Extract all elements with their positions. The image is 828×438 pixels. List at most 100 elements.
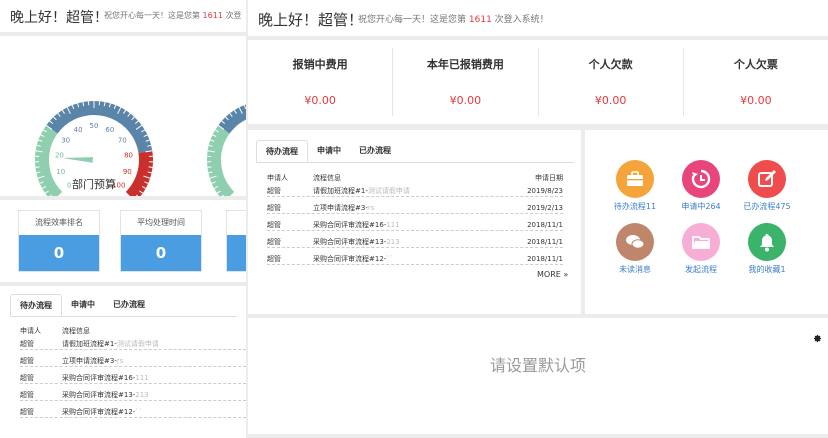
gauge-tick-label: 30 (61, 136, 70, 144)
task-row[interactable]: 超管 采购合同评审流程#16-111 2018/11/1 (267, 219, 563, 231)
row-applicant: 超管 (267, 238, 281, 246)
greeting-wish: 祝您开心每一天！这是您第 1611 次登入系统！ (358, 15, 549, 25)
efficiency-rank-value: 0 (19, 235, 99, 271)
tab-todo[interactable]: 待办流程 (256, 140, 308, 162)
row-info[interactable]: 采购合同评审流程#12-`` (62, 406, 142, 418)
gauge-tick-label: 20 (55, 152, 64, 160)
row-applicant: 超管 (20, 374, 34, 382)
gauge-needle (62, 157, 94, 163)
row-applicant: 超管 (267, 187, 281, 195)
row-applicant: 超管 (20, 391, 34, 399)
gauge-band (125, 150, 153, 196)
greeting-hello: 晚上好！超管！ (258, 11, 364, 29)
greeting-wish: 祝您开心每一天！这是您第 1611 次登 (104, 11, 242, 20)
task-row[interactable]: 超管 立项申请流程#3-rs 2019/2/13 (267, 202, 563, 214)
stat-personal-debt: 个人欠款 ¥0.00 (539, 48, 684, 116)
row-info[interactable]: 采购合同评审流程#13-213 (313, 236, 400, 248)
gauge-tick (35, 166, 40, 168)
shortcut-edit[interactable]: 已办流程475 (731, 160, 803, 212)
avg-process-time-title: 平均处理时间 (137, 218, 185, 227)
gauge-band (207, 125, 235, 196)
row-applicant: 超管 (20, 408, 34, 416)
row-date: 2018/11/1 (527, 221, 563, 229)
bg-task-row[interactable]: 超管 采购合同评审流程#16-111 (20, 372, 246, 384)
task-row[interactable]: 超管 采购合同评审流程#12-`` 2018/11/1 (267, 253, 563, 265)
gauge-band (35, 125, 63, 196)
shortcut-label[interactable]: 已办流程475 (731, 201, 803, 212)
stat-personal-invoice-debt: 个人欠票 ¥0.00 (733, 58, 778, 107)
gauge-tick-label: 10 (56, 168, 65, 176)
row-info[interactable]: 采购合同评审流程#12-`` (313, 253, 393, 265)
row-info[interactable]: 采购合同评审流程#13-213 (62, 389, 149, 401)
gauge-tick (148, 166, 153, 168)
background-greeting-bar: 晚上好！超管！ 祝您开心每一天！这是您第 1611 次登 (0, 0, 246, 32)
gauge-band (218, 104, 246, 134)
folder-icon[interactable] (682, 223, 720, 261)
row-date: 2018/11/1 (527, 255, 563, 263)
col-info: 流程信息 (313, 174, 341, 182)
row-info[interactable]: 立项申请流程#3-rs (313, 202, 374, 214)
row-info[interactable]: 请假加班流程#1-测试请假申请 (62, 338, 159, 350)
bg-task-row[interactable]: 超管 立项申请流程#3-rs (20, 355, 246, 367)
row-date: 2018/11/1 (527, 238, 563, 246)
shortcut-label[interactable]: 未读消息 (599, 264, 671, 275)
greeting-bar: 晚上好！超管！ 祝您开心每一天！这是您第 1611 次登入系统！ (248, 0, 828, 36)
front-window: 晚上好！超管！ 祝您开心每一天！这是您第 1611 次登入系统！ 报销中费用 ¥… (248, 0, 828, 438)
tab-applying[interactable]: 申请中 (308, 140, 350, 162)
row-applicant: 超管 (20, 357, 34, 365)
shortcut-label[interactable]: 申请中264 (665, 201, 737, 212)
task-row[interactable]: 超管 采购合同评审流程#13-213 2018/11/1 (267, 236, 563, 248)
bg-task-row[interactable]: 超管 请假加班流程#1-测试请假申请 (20, 338, 246, 350)
background-task-panel: 待办流程 申请中 已办流程 申请人 流程信息 超管 请假加班流程#1-测试请假申请… (0, 286, 246, 438)
shortcut-briefcase[interactable]: 待办流程11 (599, 160, 671, 212)
gauge-tick-label: 80 (124, 152, 133, 160)
more-link[interactable]: MORE » (537, 270, 568, 279)
gear-icon[interactable] (813, 328, 822, 347)
efficiency-rank-box: 流程效率排名 0 (18, 210, 100, 272)
task-table-header: 申请人 流程信息 申请日期 (267, 173, 563, 183)
tab-done[interactable]: 已办流程 (350, 140, 400, 162)
bg-tab-done[interactable]: 已办流程 (104, 294, 154, 316)
shortcut-history[interactable]: 申请中264 (665, 160, 737, 212)
col-date: 申请日期 (535, 174, 563, 182)
row-info[interactable]: 请假加班流程#1-测试请假申请 (313, 185, 410, 197)
briefcase-icon[interactable] (616, 160, 654, 198)
shortcut-chat[interactable]: 未读消息 (599, 223, 671, 275)
gauge-tick-label: 60 (105, 126, 114, 134)
shortcut-label[interactable]: 发起流程 (665, 264, 737, 275)
shortcut-bell[interactable]: 我的收藏1 (731, 223, 803, 275)
gauge-tick-label: 40 (74, 126, 83, 134)
row-date: 2019/8/23 (527, 187, 563, 195)
row-info[interactable]: 采购合同评审流程#16-111 (62, 372, 149, 384)
budget-gauge: 010203040 50 60708090100部门预算 (35, 101, 246, 196)
history-icon[interactable] (682, 160, 720, 198)
gauge-tick-label: 90 (123, 168, 132, 176)
bg-task-row[interactable]: 超管 采购合同评审流程#12-`` (20, 406, 246, 418)
gauge-tick-label: 50 (90, 122, 99, 130)
row-info[interactable]: 立项申请流程#3-rs (62, 355, 123, 367)
row-applicant: 超管 (267, 221, 281, 229)
chat-icon[interactable] (616, 223, 654, 261)
avg-process-time-value: 0 (121, 235, 201, 271)
shortcut-label[interactable]: 待办流程11 (599, 201, 671, 212)
bg-task-row[interactable]: 超管 采购合同评审流程#13-213 (20, 389, 246, 401)
edit-icon[interactable] (748, 160, 786, 198)
expense-stats-panel: 报销中费用 ¥0.00 本年已报销费用 ¥0.00 个人欠款 ¥0.00 个人欠… (248, 40, 828, 124)
row-applicant: 超管 (267, 204, 281, 212)
background-task-tabs: 待办流程 申请中 已办流程 (10, 294, 236, 317)
stat-reimbursed-year: 本年已报销费用 ¥0.00 (393, 48, 539, 116)
row-applicant: 超管 (267, 255, 281, 263)
bg-tab-todo[interactable]: 待办流程 (10, 294, 62, 316)
col-applicant: 申请人 (267, 174, 288, 182)
efficiency-panel: 流程效率排名 0 平均处理时间 0 (0, 200, 246, 282)
bg-table-header: 申请人 流程信息 (20, 327, 90, 335)
default-message: 请设置默认项 (489, 356, 586, 375)
task-row[interactable]: 超管 请假加班流程#1-测试请假申请 2019/8/23 (267, 185, 563, 197)
bell-icon[interactable] (748, 223, 786, 261)
shortcut-label[interactable]: 我的收藏1 (731, 264, 803, 275)
bg-tab-applying[interactable]: 申请中 (62, 294, 104, 316)
shortcut-folder[interactable]: 发起流程 (665, 223, 737, 275)
row-info[interactable]: 采购合同评审流程#16-111 (313, 219, 400, 231)
budget-gauge-panel: 0 10 20 30 40 50 60 70 80 90 100 部门预算 (0, 36, 246, 196)
row-date: 2019/2/13 (527, 204, 563, 212)
